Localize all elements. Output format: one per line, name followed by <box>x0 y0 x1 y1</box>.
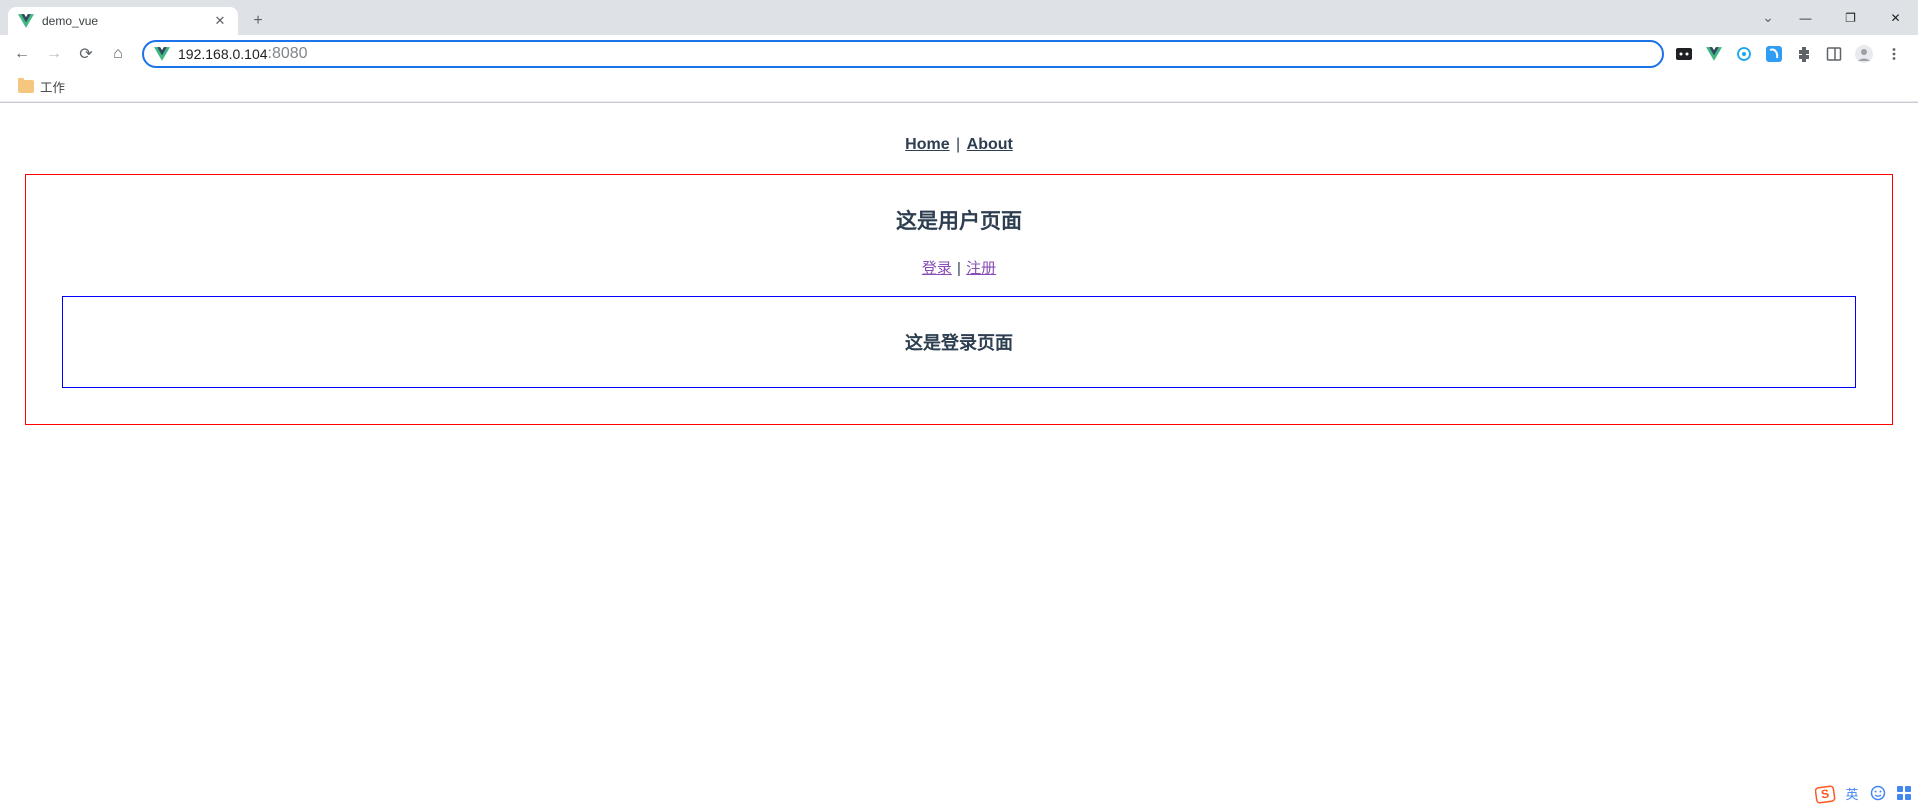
extension-icons <box>1674 44 1910 64</box>
tab-bar: demo_vue ✕ + ⌄ — ❐ ✕ <box>0 0 1918 35</box>
minimize-button[interactable]: — <box>1783 3 1828 33</box>
tab-overflow-icon[interactable]: ⌄ <box>1753 3 1783 33</box>
extension-1-icon[interactable] <box>1674 44 1694 64</box>
nav-home-link[interactable]: Home <box>905 136 949 153</box>
login-page-title: 这是登录页面 <box>63 329 1855 355</box>
register-link[interactable]: 注册 <box>966 260 996 277</box>
folder-icon <box>18 80 34 93</box>
bookmark-label: 工作 <box>40 77 65 96</box>
new-tab-button[interactable]: + <box>244 7 272 35</box>
browser-toolbar: ← → ⟳ ⌂ 192.168.0.104:8080 <box>0 35 1918 72</box>
ime-lang-icon[interactable]: 英 <box>1841 782 1863 804</box>
bookmark-work[interactable]: 工作 <box>12 73 71 100</box>
back-button[interactable]: ← <box>8 40 36 68</box>
ime-grid-icon[interactable] <box>1893 782 1915 804</box>
nav-about-link[interactable]: About <box>967 136 1013 153</box>
nav-separator: | <box>954 136 962 153</box>
user-panel: 这是用户页面 登录 | 注册 这是登录页面 <box>25 174 1893 425</box>
forward-button[interactable]: → <box>40 40 68 68</box>
ime-emoji-icon[interactable] <box>1867 782 1889 804</box>
close-window-button[interactable]: ✕ <box>1873 3 1918 33</box>
address-host: 192.168.0.104 <box>178 46 268 62</box>
login-link[interactable]: 登录 <box>922 260 952 277</box>
home-button[interactable]: ⌂ <box>104 40 132 68</box>
vue-favicon-icon <box>18 13 34 29</box>
menu-icon[interactable] <box>1884 44 1904 64</box>
profile-icon[interactable] <box>1854 44 1874 64</box>
close-tab-icon[interactable]: ✕ <box>212 13 228 29</box>
extension-4-icon[interactable] <box>1764 44 1784 64</box>
window-controls: ⌄ — ❐ ✕ <box>1753 0 1918 35</box>
bookmarks-bar: 工作 <box>0 72 1918 102</box>
extension-3-icon[interactable] <box>1734 44 1754 64</box>
user-page-title: 这是用户页面 <box>62 205 1856 235</box>
top-nav: Home | About <box>0 128 1918 174</box>
page-content: Home | About 这是用户页面 登录 | 注册 这是登录页面 <box>0 103 1918 425</box>
reload-button[interactable]: ⟳ <box>72 40 100 68</box>
side-panel-icon[interactable] <box>1824 44 1844 64</box>
site-favicon-icon <box>154 46 170 62</box>
user-sub-nav: 登录 | 注册 <box>62 257 1856 278</box>
vue-devtools-icon[interactable] <box>1704 44 1724 64</box>
login-panel: 这是登录页面 <box>62 296 1856 388</box>
subnav-separator: | <box>956 260 962 277</box>
maximize-button[interactable]: ❐ <box>1828 3 1873 33</box>
address-port: :8080 <box>268 45 308 63</box>
ime-tray: S 英 <box>1812 779 1918 807</box>
browser-chrome: demo_vue ✕ + ⌄ — ❐ ✕ ← → ⟳ ⌂ 192.168.0.1… <box>0 0 1918 103</box>
address-bar[interactable]: 192.168.0.104:8080 <box>142 40 1664 68</box>
sogou-ime-icon[interactable]: S <box>1815 782 1837 804</box>
tab-title: demo_vue <box>42 14 212 28</box>
browser-tab[interactable]: demo_vue ✕ <box>8 7 238 35</box>
extensions-menu-icon[interactable] <box>1794 44 1814 64</box>
